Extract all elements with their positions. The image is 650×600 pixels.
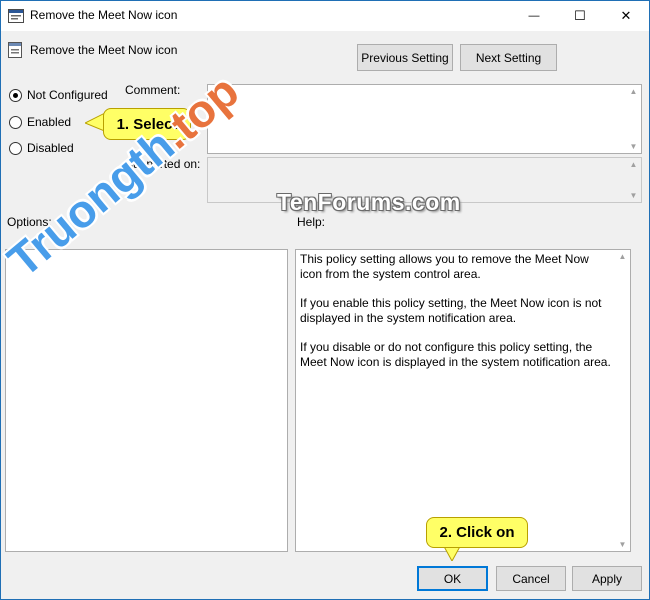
tenforums-watermark: TenForums.com — [277, 189, 461, 215]
window-title: Remove the Meet Now icon — [30, 8, 178, 22]
policy-name: Remove the Meet Now icon — [30, 43, 178, 57]
policy-setting-icon — [8, 42, 22, 58]
step-2-callout: 2. Click on — [426, 517, 528, 548]
radio-button[interactable] — [9, 141, 22, 155]
title-bar[interactable]: Remove the Meet Now icon — ☐ ✕ — [1, 1, 649, 31]
help-paragraph: This policy setting allows you to remove… — [300, 252, 589, 281]
scroll-down-icon[interactable]: ▼ — [626, 191, 641, 200]
policy-dialog: Remove the Meet Now icon — ☐ ✕ Remove th… — [0, 0, 650, 600]
close-icon: ✕ — [620, 8, 632, 23]
maximize-icon: ☐ — [574, 8, 586, 23]
cancel-button[interactable]: Cancel — [496, 566, 566, 591]
group-policy-icon — [8, 9, 24, 23]
scroll-down-icon[interactable]: ▼ — [626, 142, 641, 151]
help-paragraph: If you enable this policy setting, the M… — [300, 296, 602, 325]
radio-label: Not Configured — [27, 88, 108, 102]
comment-label: Comment: — [125, 83, 181, 97]
next-setting-button[interactable]: Next Setting — [460, 44, 557, 71]
maximize-button[interactable]: ☐ — [557, 1, 603, 31]
supported-scrollbar[interactable]: ▲ ▼ — [626, 158, 641, 202]
minimize-button[interactable]: — — [511, 1, 557, 31]
scroll-down-icon[interactable]: ▼ — [615, 540, 630, 549]
help-paragraph: If you disable or do not configure this … — [300, 340, 611, 369]
comment-scrollbar[interactable]: ▲ ▼ — [626, 85, 641, 153]
radio-label: Disabled — [27, 141, 74, 155]
help-scrollbar[interactable]: ▲ ▼ — [615, 250, 630, 551]
radio-disabled[interactable]: Disabled — [9, 141, 74, 155]
radio-enabled[interactable]: Enabled — [9, 115, 71, 129]
minimize-icon: — — [528, 10, 540, 22]
scroll-up-icon[interactable]: ▲ — [626, 160, 641, 169]
scroll-up-icon[interactable]: ▲ — [626, 87, 641, 96]
previous-setting-button[interactable]: Previous Setting — [357, 44, 453, 71]
scroll-up-icon[interactable]: ▲ — [615, 252, 630, 261]
radio-button[interactable] — [9, 115, 22, 129]
radio-button-selected[interactable] — [9, 88, 22, 102]
radio-not-configured[interactable]: Not Configured — [9, 88, 108, 102]
radio-label: Enabled — [27, 115, 72, 129]
apply-button[interactable]: Apply — [572, 566, 642, 591]
options-pane — [5, 249, 288, 552]
ok-button[interactable]: OK — [417, 566, 488, 591]
close-button[interactable]: ✕ — [603, 1, 649, 31]
help-pane: This policy setting allows you to remove… — [295, 249, 631, 552]
help-text: This policy setting allows you to remove… — [300, 252, 614, 384]
help-label: Help: — [297, 215, 326, 229]
comment-textarea[interactable]: ▲ ▼ — [207, 84, 642, 154]
